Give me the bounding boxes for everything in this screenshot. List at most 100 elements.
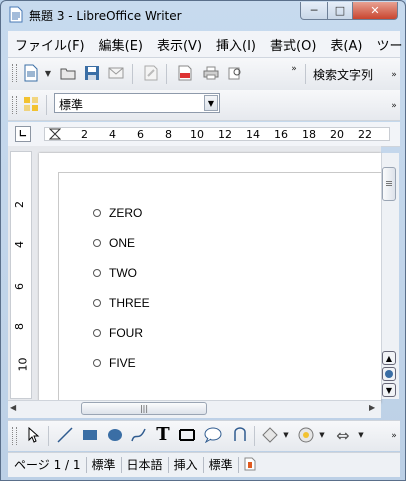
fontwork-icon[interactable]	[231, 426, 249, 444]
menu-table[interactable]: 表(A)	[323, 35, 369, 54]
line-tool-icon[interactable]	[56, 426, 74, 444]
list-item-text: FIVE	[109, 356, 136, 370]
window-title: 無題 3 - LibreOffice Writer	[29, 9, 182, 23]
selection-mode-status[interactable]: 標準	[204, 457, 239, 473]
paragraph-style-combo[interactable]: 標準 ▼	[54, 93, 220, 113]
toolbar-separator	[166, 64, 167, 84]
insert-mode-status[interactable]: 挿入	[169, 457, 204, 473]
new-document-icon[interactable]	[22, 64, 40, 82]
toolbar-separator	[254, 426, 255, 446]
list-bullet-icon	[93, 209, 101, 217]
toolbar-overflow-icon[interactable]: »	[385, 97, 403, 115]
menu-insert[interactable]: 挿入(I)	[209, 35, 263, 54]
styles-formatting-icon[interactable]	[22, 95, 40, 113]
list-item[interactable]: FIVE	[93, 354, 136, 372]
double-chevron-up-icon: ▲	[385, 353, 393, 363]
ruler-number: 2	[13, 201, 26, 208]
horizontal-scroll-thumb[interactable]: |||	[81, 402, 207, 415]
rectangle-tool-icon[interactable]	[81, 426, 99, 444]
list-bullet-icon	[93, 269, 101, 277]
chevron-down-icon[interactable]: ▼	[313, 426, 331, 444]
open-folder-icon[interactable]	[59, 64, 77, 82]
chevron-down-icon[interactable]: ▼	[204, 95, 218, 111]
ruler-number: 14	[246, 128, 260, 141]
menu-tools[interactable]: ツー	[369, 35, 406, 54]
list-item[interactable]: ZERO	[93, 204, 142, 222]
ruler-number: 18	[302, 128, 316, 141]
list-item[interactable]: FOUR	[93, 324, 143, 342]
list-item-text: ONE	[109, 236, 136, 250]
navigator-button[interactable]	[382, 367, 396, 381]
ruler-number: 4	[13, 241, 26, 248]
ruler-number: 8	[165, 128, 172, 141]
chevron-down-icon[interactable]: ▼	[277, 426, 295, 444]
title-bar[interactable]: 無題 3 - LibreOffice Writer ─ □ ✕	[1, 1, 405, 29]
ruler-number: 16	[274, 128, 288, 141]
toolbar-grip[interactable]	[12, 427, 17, 445]
minimize-icon: ─	[310, 4, 318, 17]
edit-file-icon[interactable]	[142, 64, 160, 82]
toolbar-overflow-icon[interactable]: »	[385, 66, 403, 84]
list-item-text: FOUR	[109, 326, 143, 340]
minimize-button[interactable]: ─	[300, 2, 328, 20]
toolbar-grip[interactable]	[12, 96, 17, 114]
ellipse-tool-icon[interactable]	[106, 426, 124, 444]
menu-view[interactable]: 表示(V)	[150, 35, 209, 54]
chevron-down-icon[interactable]: ▼	[352, 426, 370, 444]
page-number-status[interactable]: ページ 1 / 1	[8, 457, 87, 473]
vertical-ruler[interactable]: 2 4 6 8 10	[10, 151, 32, 399]
ruler-number: 8	[13, 323, 26, 330]
list-item[interactable]: ONE	[93, 234, 135, 252]
export-pdf-icon[interactable]	[176, 64, 194, 82]
scroll-left-icon[interactable]: ◀	[10, 403, 16, 412]
new-dropdown-arrow-icon[interactable]: ▼	[39, 64, 57, 82]
list-bullet-icon	[93, 329, 101, 337]
ruler-track[interactable]: 2 4 6 8 10 12 14 16 18 20 22	[44, 127, 390, 141]
list-item[interactable]: TWO	[93, 264, 137, 282]
ruler-number: 6	[13, 283, 26, 290]
language-status[interactable]: 日本語	[122, 457, 169, 473]
menu-format[interactable]: 書式(O)	[263, 35, 323, 54]
ruler-number: 4	[109, 128, 116, 141]
toolbar-overflow-icon[interactable]: »	[285, 60, 303, 78]
ruler-number: 6	[137, 128, 144, 141]
find-text-label[interactable]: 検索文字列	[313, 66, 373, 83]
close-button[interactable]: ✕	[352, 2, 398, 20]
toolbar-separator	[132, 64, 133, 84]
menu-file[interactable]: ファイル(F)	[8, 35, 92, 54]
toolbar-overflow-icon[interactable]: »	[385, 427, 403, 445]
block-arrows-icon[interactable]: ⇔	[334, 426, 352, 445]
document-page[interactable]	[39, 153, 381, 403]
list-item-text: ZERO	[109, 206, 143, 220]
tab-stop-selector-icon[interactable]: ∟	[15, 126, 31, 142]
grip-icon: |||	[139, 404, 149, 413]
scroll-right-icon[interactable]: ▶	[369, 403, 375, 412]
freeform-line-icon[interactable]	[130, 426, 148, 444]
next-page-button[interactable]: ▼	[382, 383, 396, 397]
callout-icon[interactable]	[204, 426, 222, 444]
horizontal-ruler[interactable]: ∟ 2 4 6 8 10 12 14 16 18 20 22	[8, 122, 400, 147]
save-icon[interactable]	[83, 64, 101, 82]
toolbar-separator	[48, 426, 49, 446]
print-preview-icon[interactable]	[226, 64, 244, 82]
indent-marker-icon[interactable]	[48, 128, 62, 140]
previous-page-button[interactable]: ▲	[382, 351, 396, 365]
list-item[interactable]: THREE	[93, 294, 150, 312]
list-bullet-icon	[93, 239, 101, 247]
page-style-status[interactable]: 標準	[87, 457, 122, 473]
menu-edit[interactable]: 編集(E)	[92, 35, 150, 54]
toolbar-grip[interactable]	[12, 64, 17, 82]
writer-document-icon	[9, 6, 23, 23]
vertical-callout-icon[interactable]	[178, 426, 196, 444]
ruler-number: 20	[330, 128, 344, 141]
maximize-button[interactable]: □	[327, 2, 353, 20]
vertical-scroll-thumb[interactable]	[382, 167, 396, 201]
text-tool-icon[interactable]: T	[154, 424, 172, 445]
print-icon[interactable]	[202, 64, 220, 82]
list-bullet-icon	[93, 299, 101, 307]
standard-toolbar: ▼ » 検索文字列	[8, 58, 400, 91]
select-pointer-icon[interactable]	[25, 426, 43, 444]
email-icon[interactable]	[107, 64, 125, 82]
menu-bar: ファイル(F) 編集(E) 表示(V) 挿入(I) 書式(O) 表(A) ツー	[8, 31, 402, 58]
ruler-number: 10	[16, 357, 30, 372]
